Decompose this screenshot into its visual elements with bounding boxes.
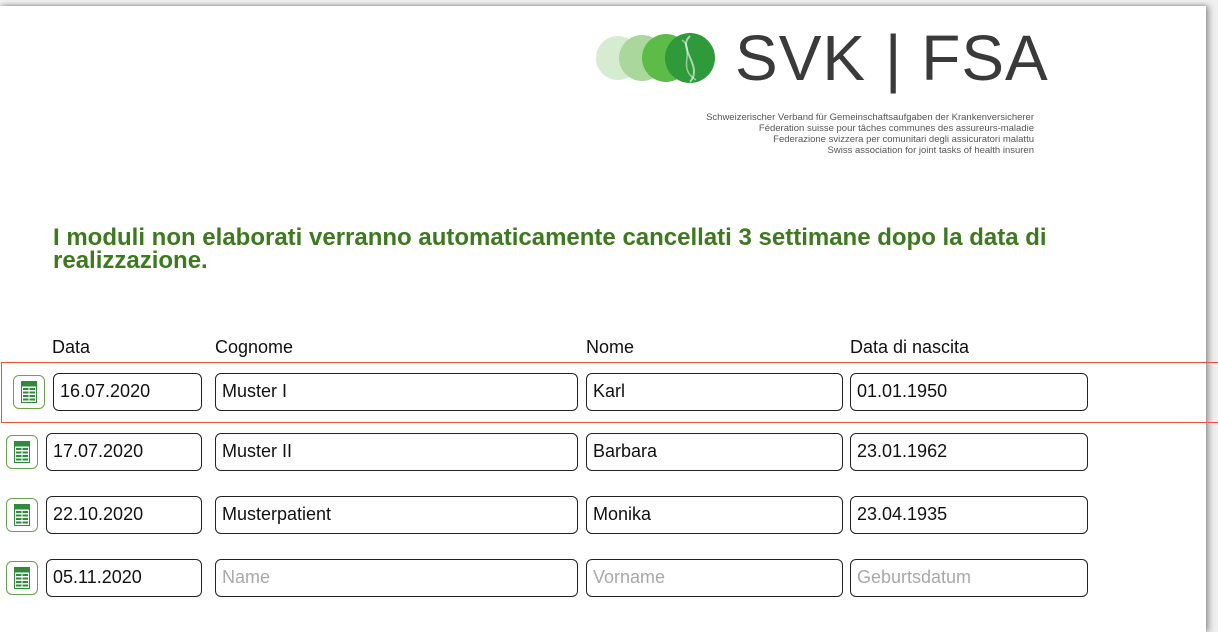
birth-date-field[interactable]: 23.04.1935 [850,496,1088,534]
date-field[interactable]: 16.07.2020 [53,373,202,411]
tagline-line: Swiss association for joint tasks of hea… [827,145,1034,156]
spreadsheet-document-icon [14,567,30,589]
document-page: SVK | FSA Schweizerischer Verband für Ge… [0,6,1218,632]
date-field[interactable]: 05.11.2020 [46,559,202,597]
column-header-name: Nome [586,337,635,357]
svk-logo-circles-icon [596,33,715,83]
surname-field[interactable]: Muster I [215,373,578,411]
birth-date-field[interactable]: 01.01.1950 [850,373,1088,411]
logo-text: SVK | FSA [735,22,1049,94]
birth-date-field[interactable]: Geburtsdatum [850,559,1088,597]
surname-field[interactable]: Musterpatient [215,496,578,534]
column-header-birth: Data di nascita [850,337,970,357]
logo-tagline: Schweizerischer Verband für Gemeinschaft… [514,112,1034,156]
name-field[interactable]: Vorname [586,559,843,597]
surname-field[interactable]: Muster II [215,433,578,471]
open-form-button[interactable] [6,435,38,469]
date-field[interactable]: 22.10.2020 [46,496,202,534]
date-field[interactable]: 17.07.2020 [46,433,202,471]
spreadsheet-document-icon [21,381,37,403]
column-header-surname: Cognome [215,337,294,357]
spreadsheet-document-icon [14,504,30,526]
open-form-button[interactable] [13,375,45,409]
open-form-button[interactable] [6,498,38,532]
tagline-line: Schweizerischer Verband für Gemeinschaft… [706,112,1034,123]
open-form-button[interactable] [6,561,38,595]
spreadsheet-document-icon [14,441,30,463]
column-header-date: Data [52,337,91,357]
deletion-notice: I moduli non elaborati verranno automati… [53,224,1047,274]
birth-date-field[interactable]: 23.01.1962 [850,433,1088,471]
tagline-line: Féderation suisse pour tâches communes d… [758,123,1034,134]
name-field[interactable]: Karl [586,373,843,411]
tagline-line: Federazione svizzera per comunitari degl… [773,134,1034,145]
name-field[interactable]: Barbara [586,433,843,471]
name-field[interactable]: Monika [586,496,843,534]
surname-field[interactable]: Name [215,559,578,597]
